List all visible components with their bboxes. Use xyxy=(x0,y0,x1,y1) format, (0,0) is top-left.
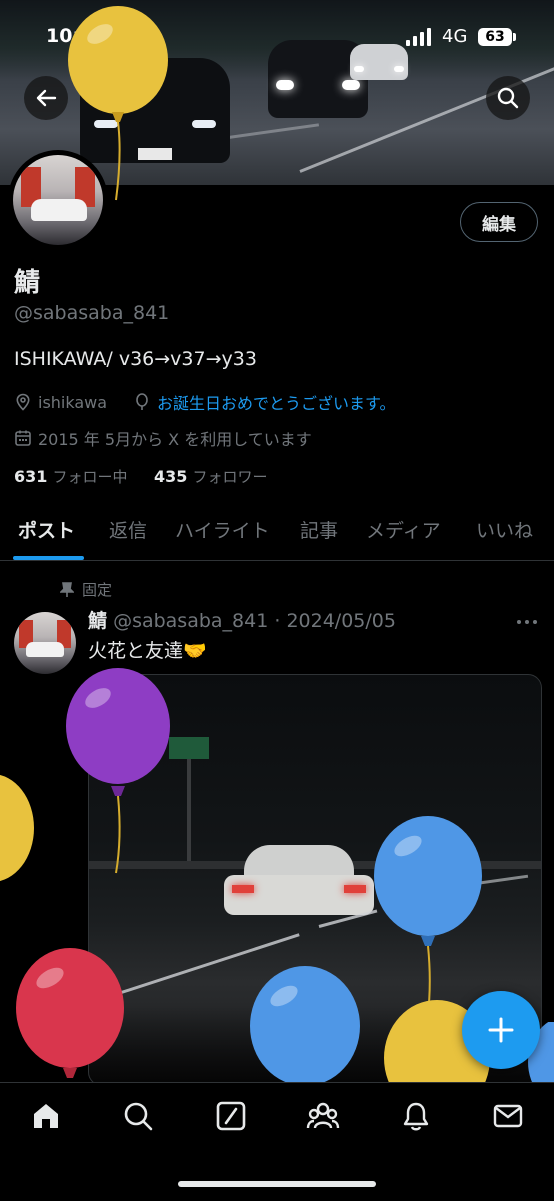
pinned-label: 固定 xyxy=(82,581,113,599)
pin-icon xyxy=(60,581,74,597)
signal-icon xyxy=(406,28,436,46)
tab-articles[interactable]: 記事 xyxy=(300,516,338,543)
profile-name: 鯖 xyxy=(14,268,41,298)
balloon-icon xyxy=(136,393,148,410)
arrow-left-icon xyxy=(36,89,57,107)
location-pin-icon xyxy=(16,393,30,411)
back-button[interactable] xyxy=(24,76,68,120)
profile-meta-row: ishikawa お誕生日おめでとうございます。 xyxy=(14,390,395,414)
followers-count: 435 xyxy=(154,467,188,486)
battery-level: 63 xyxy=(478,28,512,46)
compose-post-button[interactable] xyxy=(462,991,540,1069)
balloon-blue-bottom xyxy=(250,966,360,1084)
search-button[interactable] xyxy=(486,76,530,120)
post-header: 鯖 @sabasaba_841 · 2024/05/05 xyxy=(88,606,396,633)
notifications-icon xyxy=(403,1102,429,1131)
profile-handle: @sabasaba_841 xyxy=(14,302,170,324)
road-sign xyxy=(169,737,209,759)
tab-posts[interactable]: ポスト xyxy=(18,516,75,543)
network-label: 4G xyxy=(442,26,468,47)
edit-profile-button[interactable]: 編集 xyxy=(460,202,538,242)
communities-icon xyxy=(306,1102,340,1129)
tab-replies[interactable]: 返信 xyxy=(109,516,147,543)
post-handle-date: @sabasaba_841 · 2024/05/05 xyxy=(113,610,396,632)
profile-bio: ISHIKAWA/ v36→v37→y33 xyxy=(14,348,257,370)
tab-media[interactable]: メディア xyxy=(366,516,441,543)
more-icon xyxy=(517,620,537,624)
profile-location: ishikawa xyxy=(38,392,108,412)
home-icon xyxy=(34,1104,58,1128)
balloon-yellow-left xyxy=(0,775,34,881)
tab-highlights[interactable]: ハイライト xyxy=(175,516,270,543)
followers-stat[interactable]: 435 フォロワー xyxy=(154,466,268,487)
nav-notifications-button[interactable] xyxy=(398,1098,434,1134)
profile-joined: 2015 年 5月から X を利用しています xyxy=(38,430,312,449)
battery-tip xyxy=(513,33,516,41)
post-text: 火花と友達🤝 xyxy=(88,640,207,662)
post-avatar[interactable] xyxy=(14,612,76,674)
balloon-purple xyxy=(66,668,170,874)
tabs-divider xyxy=(0,560,554,561)
search-icon xyxy=(497,87,519,109)
profile-website-link[interactable]: お誕生日おめでとうございます。 xyxy=(157,390,395,414)
messages-icon xyxy=(493,1104,523,1128)
video-car-white xyxy=(224,845,374,920)
search-icon xyxy=(124,1102,153,1131)
post-more-button[interactable] xyxy=(516,612,538,631)
following-stat[interactable]: 631 フォロー中 xyxy=(14,466,128,487)
following-label: フォロー中 xyxy=(52,468,128,486)
post-author[interactable]: 鯖 xyxy=(88,610,107,632)
nav-grok-button[interactable] xyxy=(213,1098,249,1134)
plus-icon xyxy=(488,1017,514,1043)
post-avatar-image xyxy=(14,612,76,674)
nav-communities-button[interactable] xyxy=(305,1098,341,1134)
banner-car-white xyxy=(350,44,408,80)
nav-messages-button[interactable] xyxy=(490,1098,526,1134)
tab-likes[interactable]: いいね xyxy=(476,516,533,543)
followers-label: フォロワー xyxy=(192,468,268,486)
nav-search-button[interactable] xyxy=(120,1098,156,1134)
home-indicator xyxy=(178,1181,376,1187)
pinned-indicator: 固定 xyxy=(60,579,112,600)
calendar-icon xyxy=(15,430,31,446)
following-count: 631 xyxy=(14,467,48,486)
profile-joined-row: 2015 年 5月から X を利用しています xyxy=(14,426,312,450)
balloon-yellow-top xyxy=(68,6,168,201)
balloon-red xyxy=(16,948,124,1078)
nav-home-button[interactable] xyxy=(28,1098,64,1134)
grok-icon xyxy=(216,1101,246,1131)
balloon-blue-right xyxy=(374,816,482,1023)
